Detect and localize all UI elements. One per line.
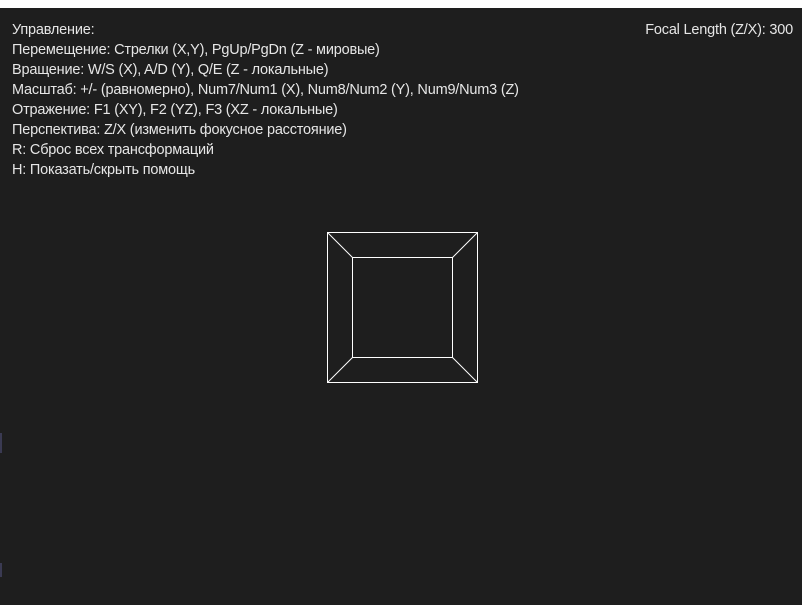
cube-edge-top-right xyxy=(452,232,478,258)
cube-edge-top-left xyxy=(327,232,353,258)
wireframe-cube xyxy=(327,232,478,383)
cube-back-face xyxy=(352,257,453,358)
render-canvas[interactable]: Управление: Перемещение: Стрелки (X,Y), … xyxy=(0,8,802,605)
cube-edge-bottom-right xyxy=(452,357,478,383)
cube-edge-bottom-left xyxy=(327,357,353,383)
left-edge-artifact xyxy=(0,563,2,577)
application-window: Управление: Перемещение: Стрелки (X,Y), … xyxy=(0,0,802,605)
left-edge-artifact xyxy=(0,433,2,453)
